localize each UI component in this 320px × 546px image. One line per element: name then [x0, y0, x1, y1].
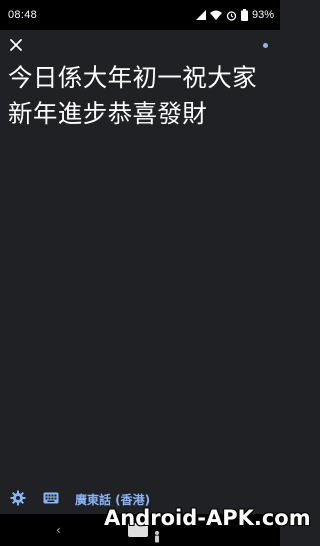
transcript-text: 今日係大年初一祝大家新年進步恭喜發財	[8, 63, 257, 128]
gear-icon[interactable]	[10, 490, 26, 506]
keyboard-icon[interactable]	[43, 491, 59, 505]
battery-percent: 93%	[251, 9, 274, 21]
alarm-icon	[226, 10, 237, 21]
person-icon	[155, 531, 159, 543]
watermark: Android-APK.com	[104, 506, 311, 530]
status-icons: 93%	[195, 8, 274, 22]
wifi-icon	[209, 10, 222, 20]
close-icon[interactable]	[8, 37, 24, 53]
top-bar	[0, 30, 280, 60]
status-bar: 08:48 93%	[0, 0, 280, 30]
listening-indicator-dot	[263, 43, 268, 48]
signal-icon	[195, 10, 206, 20]
status-time: 08:48	[8, 9, 38, 21]
battery-icon	[240, 9, 248, 21]
back-icon[interactable]: ‹	[56, 523, 61, 537]
